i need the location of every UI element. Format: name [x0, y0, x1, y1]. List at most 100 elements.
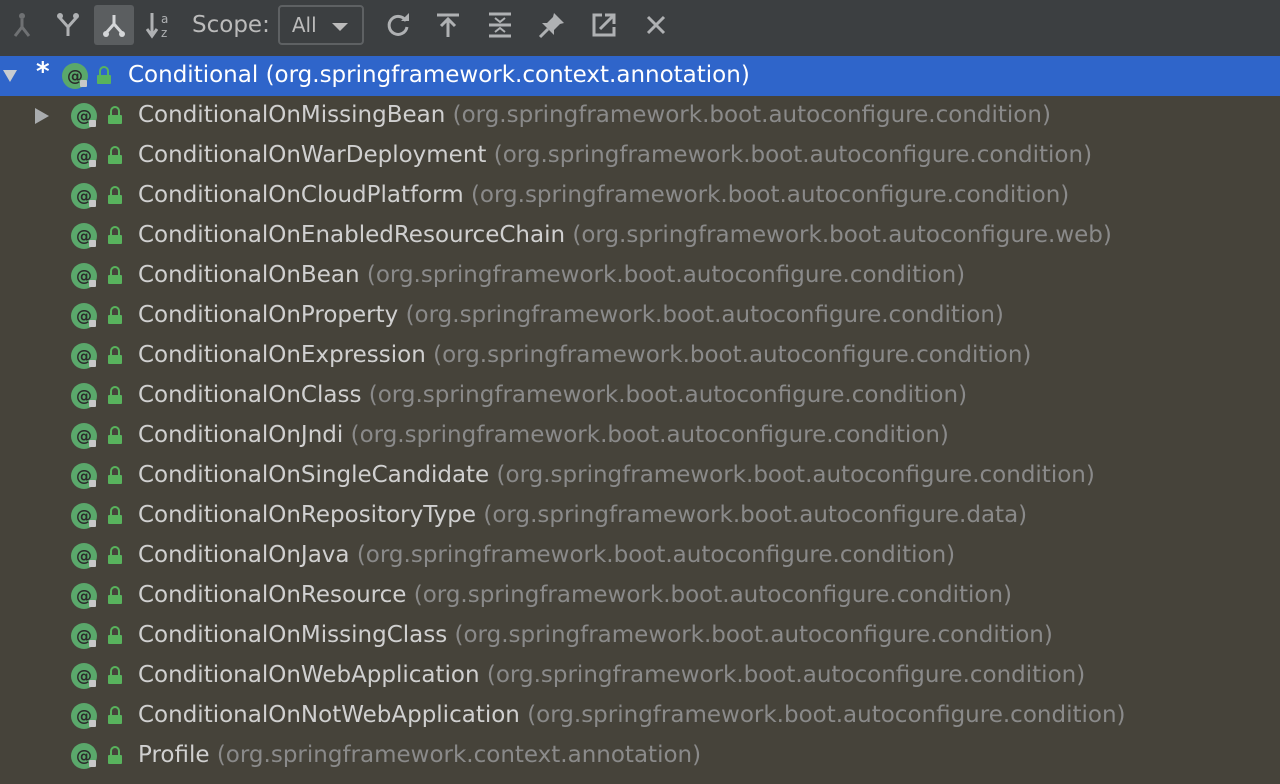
public-lock-icon: [108, 386, 122, 404]
pin-button[interactable]: [532, 5, 572, 45]
class-name: ConditionalOnProperty: [138, 302, 399, 328]
class-name: ConditionalOnSingleCandidate: [138, 462, 490, 488]
collapsed-arrow-icon[interactable]: [35, 108, 49, 124]
tree-row[interactable]: @ ConditionalOnWebApplication (org.spring…: [0, 656, 1280, 696]
refresh-button[interactable]: [378, 5, 418, 45]
public-lock-icon: [108, 506, 122, 524]
lock-overlay-icon: [89, 720, 96, 727]
tree-node-label: ConditionalOnJndi (org.springframework.b…: [138, 422, 949, 448]
public-lock-icon: [108, 306, 122, 324]
public-lock-icon: [108, 626, 122, 644]
lock-overlay-icon: [89, 240, 96, 247]
tree-row[interactable]: @ ConditionalOnNotWebApplication (org.spr…: [0, 696, 1280, 736]
tree-node-label: ConditionalOnWarDeployment (org.springfr…: [138, 142, 1092, 168]
tree-row[interactable]: @ ConditionalOnWarDeployment (org.springf…: [0, 136, 1280, 176]
tree-row[interactable]: @ ConditionalOnBean (org.springframework.…: [0, 256, 1280, 296]
scope-value: All: [291, 13, 317, 37]
lock-overlay-icon: [80, 80, 87, 87]
package-name: (org.springframework.boot.autoconfigure.…: [452, 102, 1051, 128]
tree-row[interactable]: @ ConditionalOnRepositoryType (org.spring…: [0, 496, 1280, 536]
tree-row[interactable]: @ ConditionalOnClass (org.springframework…: [0, 376, 1280, 416]
lock-overlay-icon: [89, 640, 96, 647]
public-lock-icon: [108, 466, 122, 484]
tree-node-label: ConditionalOnMissingBean (org.springfram…: [138, 102, 1051, 128]
tree-row[interactable]: @ ConditionalOnSingleCandidate (org.sprin…: [0, 456, 1280, 496]
package-name: (org.springframework.boot.autoconfigure.…: [486, 662, 1086, 688]
class-hierarchy-button[interactable]: [94, 5, 134, 45]
lock-overlay-icon: [89, 200, 96, 207]
package-name: (org.springframework.boot.autoconfigure.…: [470, 182, 1070, 208]
expand-all-icon: [436, 13, 459, 37]
subtypes-hierarchy-button[interactable]: [48, 5, 88, 45]
public-lock-icon: [97, 66, 111, 84]
hierarchy-tree: * @ Conditional (org.springframework.con…: [0, 56, 1280, 776]
tree-row[interactable]: @ ConditionalOnMissingClass (org.springfr…: [0, 616, 1280, 656]
package-name: (org.springframework.boot.autoconfigure.…: [350, 422, 949, 448]
tree-row[interactable]: @ Profile (org.springframework.context.an…: [0, 736, 1280, 776]
class-name: ConditionalOnCloudPlatform: [138, 182, 464, 208]
close-icon: [646, 15, 665, 35]
chevron-down-icon: [331, 23, 348, 31]
expanded-arrow-icon[interactable]: [3, 70, 17, 82]
tree-row[interactable]: @ ConditionalOnJava (org.springframework.…: [0, 536, 1280, 576]
class-name: Conditional: [128, 62, 259, 88]
supertypes-hierarchy-icon: [13, 13, 31, 37]
tree-row[interactable]: @ ConditionalOnEnabledResourceChain (org.…: [0, 216, 1280, 256]
class-name: ConditionalOnEnabledResourceChain: [138, 222, 566, 248]
public-lock-icon: [108, 706, 122, 724]
tree-row[interactable]: @ ConditionalOnResource (org.springframew…: [0, 576, 1280, 616]
public-lock-icon: [108, 426, 122, 444]
class-name: ConditionalOnClass: [138, 382, 362, 408]
collapse-all-button[interactable]: [480, 5, 520, 45]
subtypes-hierarchy-icon: [57, 13, 79, 36]
tree-node-label: Profile (org.springframework.context.ann…: [138, 742, 701, 768]
class-name: ConditionalOnJndi: [138, 422, 344, 448]
package-name: (org.springframework.boot.autoconfigure.…: [366, 262, 966, 288]
collapse-all-icon: [488, 12, 511, 38]
class-name: Profile: [138, 742, 210, 768]
expand-all-button[interactable]: [428, 5, 468, 45]
export-icon: [592, 13, 616, 37]
close-button[interactable]: [636, 5, 676, 45]
class-name: ConditionalOnRepositoryType: [138, 502, 477, 528]
lock-overlay-icon: [89, 560, 96, 567]
tree-node-label: ConditionalOnResource (org.springframewo…: [138, 582, 1012, 608]
tree-node-label: ConditionalOnRepositoryType (org.springf…: [138, 502, 1027, 528]
tree-node-label: ConditionalOnBean (org.springframework.b…: [138, 262, 965, 288]
package-name: (org.springframework.boot.autoconfigure.…: [572, 222, 1112, 248]
tree-node-label: ConditionalOnSingleCandidate (org.spring…: [138, 462, 1095, 488]
hierarchy-toolbar: a z Scope: All: [0, 0, 1280, 50]
tree-node-label: ConditionalOnCloudPlatform (org.springfr…: [138, 182, 1069, 208]
package-name: (org.springframework.boot.autoconfigure.…: [493, 142, 1093, 168]
scope-dropdown[interactable]: All: [277, 5, 364, 45]
tree-node-label: ConditionalOnClass (org.springframework.…: [138, 382, 967, 408]
tree-node-label: ConditionalOnProperty (org.springframewo…: [138, 302, 1004, 328]
lock-overlay-icon: [89, 680, 96, 687]
public-lock-icon: [108, 266, 122, 284]
package-name: (org.springframework.boot.autoconfigure.…: [483, 502, 1028, 528]
package-name: (org.springframework.boot.autoconfigure.…: [413, 582, 1013, 608]
tree-row[interactable]: @ ConditionalOnExpression (org.springfram…: [0, 336, 1280, 376]
package-name: (org.springframework.boot.autoconfigure.…: [454, 622, 1053, 648]
public-lock-icon: [108, 346, 122, 364]
class-name: ConditionalOnWebApplication: [138, 662, 480, 688]
tree-row[interactable]: @ ConditionalOnCloudPlatform (org.springf…: [0, 176, 1280, 216]
tree-node-label: ConditionalOnJava (org.springframework.b…: [138, 542, 955, 568]
lock-overlay-icon: [89, 280, 96, 287]
package-name: (org.springframework.boot.autoconfigure.…: [527, 702, 1126, 728]
lock-overlay-icon: [89, 520, 96, 527]
tree-root-conditional[interactable]: * @ Conditional (org.springframework.con…: [0, 56, 1280, 96]
public-lock-icon: [108, 666, 122, 684]
refresh-icon: [387, 13, 409, 36]
tree-row[interactable]: @ ConditionalOnProperty (org.springframew…: [0, 296, 1280, 336]
package-name: (org.springframework.boot.autoconfigure.…: [356, 542, 956, 568]
supertypes-hierarchy-button[interactable]: [2, 5, 42, 45]
tree-row[interactable]: @ ConditionalOnJndi (org.springframework.…: [0, 416, 1280, 456]
lock-overlay-icon: [89, 600, 96, 607]
sort-alphabetically-button[interactable]: a z: [140, 5, 180, 45]
class-hierarchy-icon: [103, 15, 125, 37]
public-lock-icon: [108, 546, 122, 564]
public-lock-icon: [108, 586, 122, 604]
tree-row[interactable]: @ ConditionalOnMissingBean (org.springfra…: [0, 96, 1280, 136]
export-button[interactable]: [584, 5, 624, 45]
